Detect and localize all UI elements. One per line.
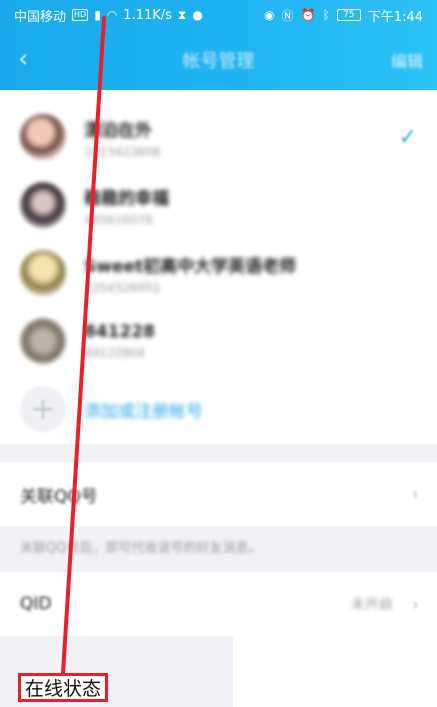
add-account-button[interactable]: + 添加或注册帐号 <box>0 376 437 442</box>
title-bar: ‹ 帐号管理 编辑 <box>0 30 437 90</box>
signal-icon: ▮ <box>94 8 101 22</box>
eye-icon: ◉ <box>264 8 275 22</box>
avatar <box>20 318 66 364</box>
chevron-right-icon: › <box>411 483 419 505</box>
hd-badge: HD <box>72 9 89 21</box>
clock: 下午1:44 <box>367 9 423 25</box>
online-status-row[interactable] <box>233 636 437 707</box>
avatar <box>20 250 66 296</box>
account-list: 漂泊在外 1013423608 ✓ 稳稳的幸福 485616078 Sweet初… <box>0 90 437 444</box>
account-number: 485616078 <box>84 212 153 227</box>
qid-row[interactable]: QID 未开启 › <box>0 572 437 636</box>
plus-icon: + <box>20 386 66 432</box>
online-status-label: 在线状态 <box>25 678 102 700</box>
account-item[interactable]: Sweet初高中大学英语老师 1254326055 <box>0 240 437 306</box>
linked-qq-row[interactable]: 关联QQ号 › <box>0 462 437 526</box>
online-status-item[interactable]: 在线状态 <box>18 673 109 702</box>
account-item[interactable]: 漂泊在外 1013423608 ✓ <box>0 104 437 170</box>
account-number: 1013423608 <box>84 144 161 159</box>
alarm-icon: ⏰ <box>300 8 316 22</box>
nfc-icon: Ⓝ <box>281 8 294 23</box>
checkmark-icon: ✓ <box>398 124 417 150</box>
account-name: 漂泊在外 <box>84 120 152 141</box>
chat-icon: ● <box>192 8 203 22</box>
carrier-label: 中国移动 <box>14 9 67 25</box>
add-account-label: 添加或注册帐号 <box>84 401 203 422</box>
account-item[interactable]: 稳稳的幸福 485616078 <box>0 172 437 238</box>
network-speed: 1.11K/s <box>123 7 172 23</box>
account-name: Sweet初高中大学英语老师 <box>84 256 297 277</box>
linked-qq-label: 关联QQ号 <box>20 486 98 507</box>
account-item[interactable]: 841228 84122804 <box>0 308 437 374</box>
account-name: 841228 <box>84 322 155 342</box>
battery-icon: 75 <box>336 9 361 21</box>
page-title: 帐号管理 <box>182 51 255 72</box>
account-number: 84122804 <box>84 346 146 360</box>
avatar <box>20 114 66 160</box>
account-name: 稳稳的幸福 <box>84 188 169 209</box>
back-button[interactable]: ‹ <box>18 44 28 74</box>
edit-button[interactable]: 编辑 <box>391 48 423 72</box>
account-number: 1254326055 <box>84 280 161 295</box>
avatar <box>20 182 66 228</box>
qid-status: 未开启 <box>351 597 393 613</box>
bluetooth-icon: ᛒ <box>322 8 330 22</box>
hourglass-icon: ⧗ <box>177 7 187 22</box>
linked-qq-hint: 关联QQ号后，即可代收该号的好友消息。 <box>20 541 262 556</box>
chevron-right-icon: › <box>411 593 419 615</box>
chevron-left-icon: ‹ <box>18 44 29 74</box>
status-bar: 中国移动 HD ▮ ◠ 1.11K/s ⧗ ● ◉ Ⓝ ⏰ ᛒ 75 下午1:4… <box>0 0 437 30</box>
wifi-icon: ◠ <box>106 8 118 22</box>
qid-label: QID <box>20 594 52 614</box>
